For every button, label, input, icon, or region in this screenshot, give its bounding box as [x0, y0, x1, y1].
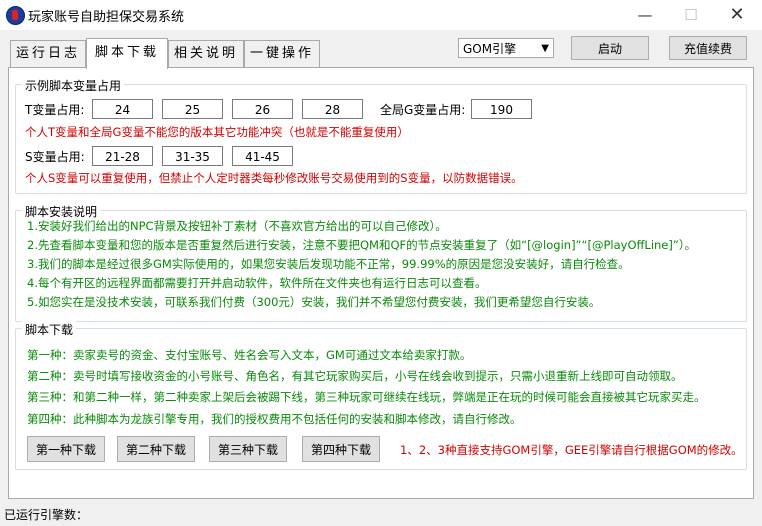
t-variable-note: 个人T变量和全局G变量不能您的版本其它功能冲突（也就是不能重复使用）: [25, 125, 409, 139]
close-button[interactable]: ✕: [714, 0, 760, 30]
s-variable-field[interactable]: 21-28: [92, 146, 153, 166]
t-variable-field[interactable]: 28: [302, 99, 363, 119]
chevron-down-icon: ▼: [541, 43, 549, 54]
download-second-button[interactable]: 第二种下载: [117, 436, 195, 462]
tab-panel: 示例脚本变量占用 T变量占用: 24 25 26 28 全局G变量占用: 190…: [8, 67, 754, 499]
example-variables-group: 示例脚本变量占用 T变量占用: 24 25 26 28 全局G变量占用: 190…: [15, 77, 747, 194]
install-line: 3.我们的脚本是经过很多GM实际使用的，如果您安装后发现功能不正常，99.99%…: [27, 257, 630, 271]
install-line: 5.如您实在是没技术安装，可联系我们付费（300元）安装，我们并不希望您付费安装…: [27, 295, 601, 309]
tab-script-download[interactable]: 脚本下载: [86, 38, 168, 69]
download-method-line: 第四种：此种脚本为龙族引擎专用，我们的授权费用不包括任何的安装和脚本修改，请自行…: [27, 412, 522, 426]
window-title: 玩家账号自助担保交易系统: [28, 10, 185, 25]
global-variable-label: 全局G变量占用:: [380, 103, 466, 117]
minimize-button[interactable]: —: [622, 0, 668, 30]
title-bar: 玩家账号自助担保交易系统 — ☐ ✕: [0, 0, 762, 30]
group-title: 示例脚本变量占用: [22, 77, 125, 94]
download-method-line: 第一种：卖家卖号的资金、支付宝账号、姓名会写入文本，GM可通过文本给卖家打款。: [27, 348, 472, 362]
t-variable-field[interactable]: 25: [162, 99, 223, 119]
tab-one-click[interactable]: 一键操作: [244, 40, 320, 67]
t-variable-label: T变量占用:: [25, 103, 85, 117]
s-variable-field[interactable]: 41-45: [232, 146, 293, 166]
recharge-button[interactable]: 充值续费: [669, 36, 747, 60]
s-variable-field[interactable]: 31-35: [162, 146, 223, 166]
status-text: 已运行引擎数：: [4, 508, 89, 522]
group-title: 脚本下载: [22, 321, 77, 338]
t-variable-field[interactable]: 26: [232, 99, 293, 119]
s-variable-note: 个人S变量可以重复使用，但禁止个人定时器类每秒修改账号交易使用到的S变量，以防数…: [25, 171, 523, 185]
engine-select-value: GOM引擎: [463, 42, 517, 56]
download-third-button[interactable]: 第三种下载: [209, 436, 287, 462]
app-icon: [6, 6, 25, 25]
t-variable-field[interactable]: 24: [92, 99, 153, 119]
status-bar: 已运行引擎数：: [0, 502, 762, 526]
download-note: 1、2、3种直接支持GOM引擎，GEE引擎请自行根据GOM的修改。: [400, 443, 743, 457]
download-method-line: 第二种：卖号时填写接收资金的小号账号、角色名，有其它玩家购买后，小号在线会收到提…: [27, 369, 683, 383]
tab-run-log[interactable]: 运行日志: [10, 40, 86, 67]
download-method-line: 第三种：和第二种一样，第二种卖家上架后会被踢下线，第三种玩家可继续在线玩，弊端是…: [27, 390, 706, 404]
download-fourth-button[interactable]: 第四种下载: [302, 436, 380, 462]
install-line: 4.每个有开区的远程界面都需要打开并启动软件，软件所在文件夹也有运行日志可以查看…: [27, 276, 487, 290]
engine-select[interactable]: GOM引擎 ▼: [458, 38, 554, 58]
maximize-button[interactable]: ☐: [668, 0, 714, 30]
install-line: 2.先查看脚本变量和您的版本是否重复然后进行安装，注意不要把QM和QF的节点安装…: [27, 238, 697, 252]
s-variable-label: S变量占用:: [25, 150, 85, 164]
start-button[interactable]: 启动: [571, 36, 649, 60]
install-line: 1.安装好我们给出的NPC背景及按钮补丁素材（不喜欢官方给出的可以自己修改）。: [27, 219, 447, 233]
tab-related-info[interactable]: 相关说明: [168, 40, 244, 67]
global-variable-field[interactable]: 190: [471, 99, 532, 119]
download-first-button[interactable]: 第一种下载: [27, 436, 105, 462]
